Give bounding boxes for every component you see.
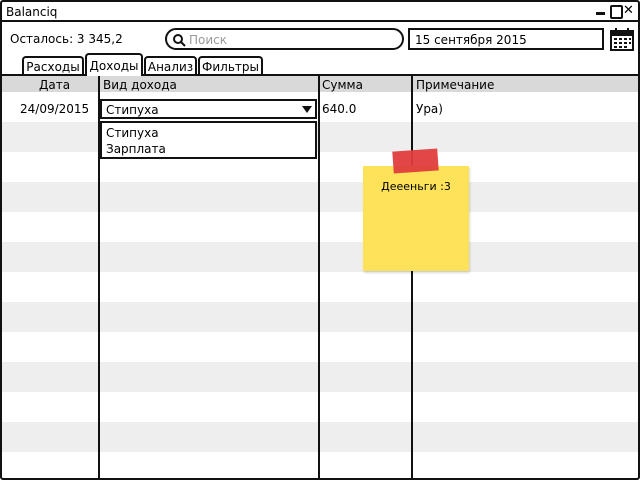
search-icon [173, 34, 186, 47]
window-title: Balanciq [6, 5, 58, 19]
tab-filters[interactable]: Фильтры [198, 56, 263, 76]
sticky-note: Деееньги :3 [363, 148, 469, 271]
tab-expenses[interactable]: Расходы [22, 56, 84, 76]
income-kind-value: Стипуха [106, 103, 159, 117]
search-box[interactable] [165, 28, 404, 50]
minimize-icon[interactable] [595, 4, 606, 17]
cell-amount[interactable]: 640.0 [322, 102, 356, 116]
column-header-kind[interactable]: Вид дохода [103, 78, 177, 92]
triangle-down-icon[interactable] [299, 101, 315, 117]
remaining-balance: Осталось: 3 345,2 [10, 32, 123, 46]
date-field[interactable]: 15 сентября 2015 [408, 28, 604, 50]
income-table: Дата Вид дохода Сумма Примечание 24/09/2… [2, 76, 638, 478]
dropdown-option[interactable]: Стипуха [106, 126, 159, 140]
column-header-amount[interactable]: Сумма [322, 78, 363, 92]
tape [392, 148, 439, 174]
app-window: Balanciq ✕ Осталось: 3 345,2 15 сентября… [0, 0, 640, 480]
title-bar: Balanciq ✕ [2, 2, 638, 22]
close-icon[interactable]: ✕ [623, 4, 634, 17]
income-kind-select[interactable]: Стипуха [100, 99, 317, 119]
cell-date[interactable]: 24/09/2015 [20, 102, 89, 116]
tab-analysis[interactable]: Анализ [144, 56, 197, 76]
column-header-note[interactable]: Примечание [416, 78, 494, 92]
tab-income[interactable]: Доходы [85, 53, 143, 76]
column-divider [411, 76, 413, 478]
search-input[interactable] [189, 32, 389, 47]
column-header-date[interactable]: Дата [39, 78, 70, 92]
income-kind-dropdown: Стипуха Зарплата [100, 121, 317, 159]
sticky-note-text: Деееньги :3 [381, 180, 451, 193]
window-controls: ✕ [595, 4, 634, 19]
maximize-icon[interactable] [609, 4, 623, 19]
calendar-icon[interactable] [610, 28, 634, 51]
column-divider [318, 76, 320, 478]
cell-note[interactable]: Ура) [416, 102, 443, 116]
dropdown-option[interactable]: Зарплата [106, 142, 166, 156]
tab-bar: Расходы Доходы Анализ Фильтры [2, 52, 638, 76]
